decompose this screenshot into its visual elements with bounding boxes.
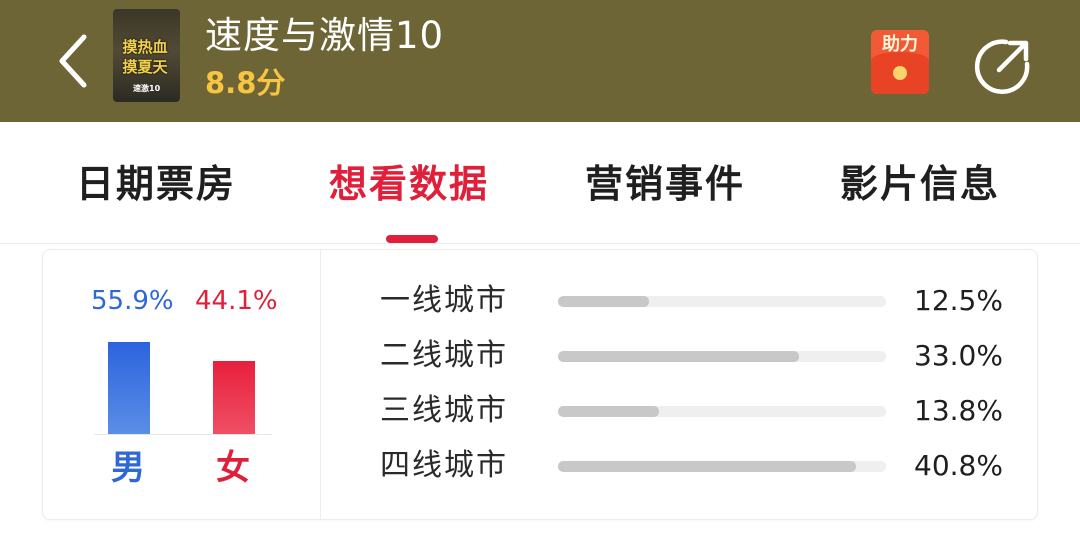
city-progress-track: [558, 296, 886, 307]
female-percent: 44.1%: [195, 286, 278, 316]
city-row-tier2: 二线城市 33.0%: [380, 336, 1003, 376]
movie-score: 8.8分: [205, 66, 286, 100]
chevron-left-icon: [59, 34, 87, 88]
city-row-tier3: 三线城市 13.8%: [380, 391, 1003, 431]
poster-line-2: 摸夏天: [122, 58, 168, 76]
city-row-tier4: 四线城市 40.8%: [380, 446, 1003, 486]
poster-tag: 速激10: [133, 84, 161, 93]
movie-header: 摸热血 摸夏天 速激10 速度与激情10 8.8分 助力: [0, 0, 1080, 122]
help-label: 助力: [882, 34, 918, 55]
gender-baseline: [94, 434, 272, 435]
tab-film-info[interactable]: 影片信息: [840, 160, 1000, 208]
poster-line-1: 摸热血: [122, 38, 168, 56]
male-bar: [108, 342, 150, 434]
city-progress-track: [558, 406, 886, 417]
tab-daily-box-office[interactable]: 日期票房: [76, 160, 236, 208]
city-label: 二线城市: [380, 338, 508, 373]
coin-icon: [893, 66, 907, 80]
city-label: 三线城市: [380, 393, 508, 428]
help-button[interactable]: 助力: [871, 30, 929, 94]
city-progress-fill: [558, 296, 649, 307]
share-button[interactable]: [972, 34, 1034, 96]
city-progress-fill: [558, 461, 856, 472]
female-label: 女: [216, 448, 250, 488]
card-divider: [320, 249, 321, 520]
city-percent: 40.8%: [914, 449, 1003, 482]
movie-poster[interactable]: 摸热血 摸夏天 速激10: [113, 9, 180, 102]
share-arrow-icon: [974, 39, 1030, 94]
city-label: 四线城市: [380, 448, 508, 483]
city-progress-track: [558, 351, 886, 362]
active-tab-indicator: [386, 235, 438, 243]
city-progress-fill: [558, 406, 659, 417]
city-row-tier1: 一线城市 12.5%: [380, 281, 1003, 321]
city-percent: 33.0%: [914, 339, 1003, 372]
tab-bar: 日期票房 想看数据 营销事件 影片信息: [0, 122, 1080, 244]
tab-marketing-events[interactable]: 营销事件: [585, 160, 745, 208]
movie-title: 速度与激情10: [205, 14, 445, 57]
back-button[interactable]: [48, 28, 98, 94]
tab-want-to-see-data[interactable]: 想看数据: [329, 160, 489, 208]
city-label: 一线城市: [380, 283, 508, 318]
male-percent: 55.9%: [91, 286, 174, 316]
male-label: 男: [111, 448, 145, 488]
city-percent: 13.8%: [914, 394, 1003, 427]
city-percent: 12.5%: [914, 284, 1003, 317]
female-bar: [213, 361, 255, 434]
city-progress-fill: [558, 351, 799, 362]
city-progress-track: [558, 461, 886, 472]
